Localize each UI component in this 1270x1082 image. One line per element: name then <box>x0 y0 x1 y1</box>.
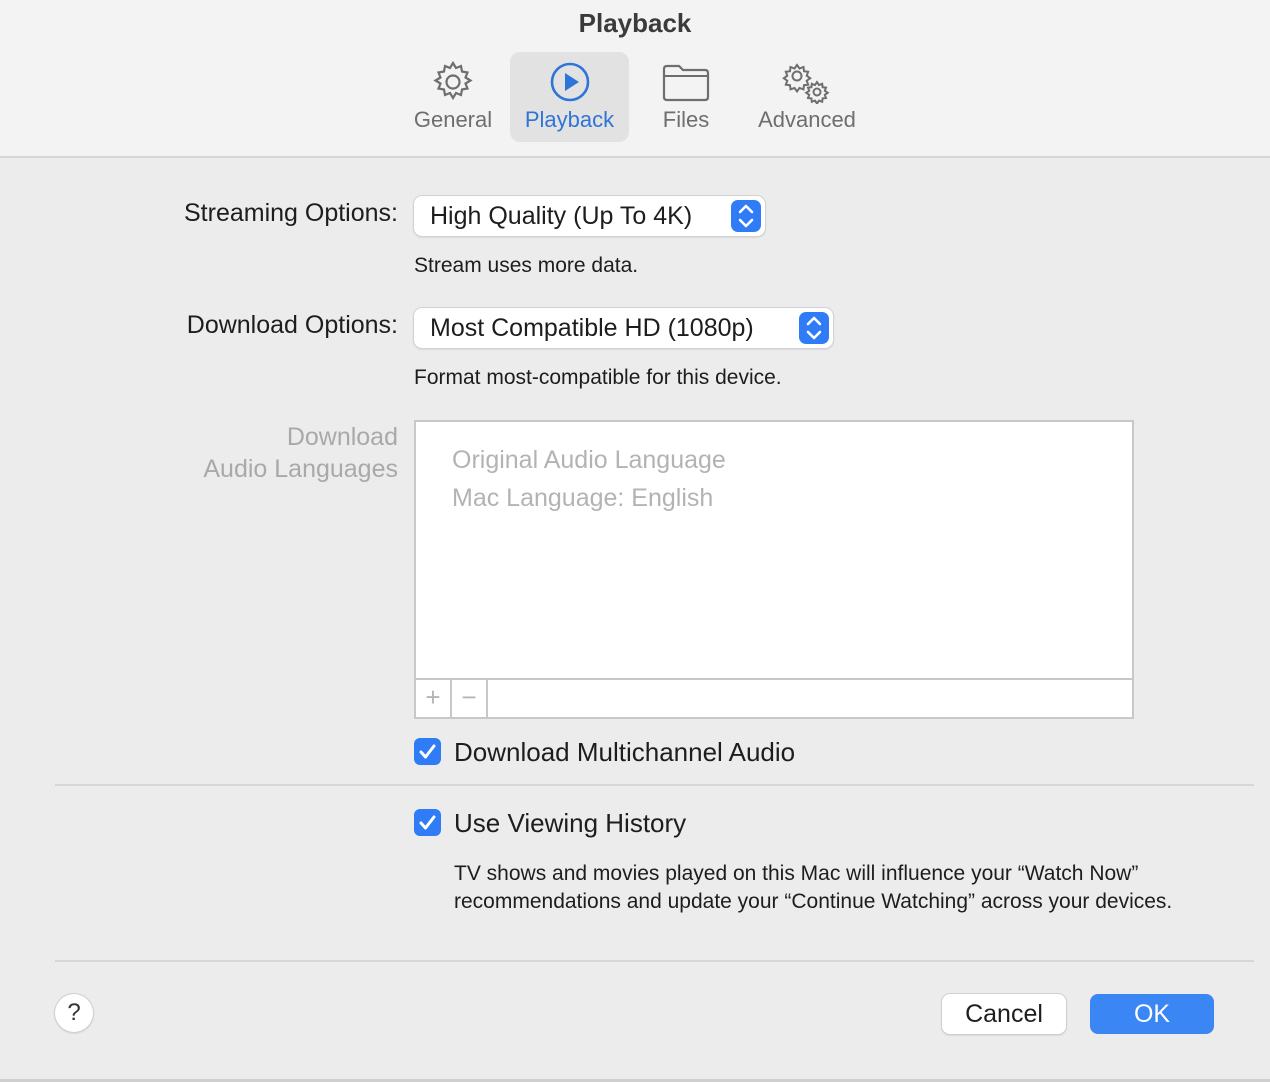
download-options-popup[interactable]: Most Compatible HD (1080p) <box>414 308 833 348</box>
streaming-options-popup[interactable]: High Quality (Up To 4K) <box>414 196 765 236</box>
remove-language-button[interactable]: − <box>452 680 488 717</box>
viewing-history-checkbox[interactable] <box>414 809 441 836</box>
divider <box>55 784 1254 786</box>
tab-files[interactable]: Files <box>636 52 736 142</box>
window-title: Playback <box>578 8 692 38</box>
tab-playback-label: Playback <box>524 107 615 132</box>
gear-icon <box>433 60 473 101</box>
viewing-history-description: TV shows and movies played on this Mac w… <box>454 862 1173 913</box>
download-options-label: Download Options: <box>186 311 398 339</box>
streaming-options-hint: Stream uses more data. <box>414 254 639 277</box>
viewing-history-label[interactable]: Use Viewing History <box>454 808 686 839</box>
streaming-options-value: High Quality (Up To 4K) <box>430 202 693 230</box>
play-circle-icon <box>550 62 589 102</box>
divider <box>55 960 1254 962</box>
tab-playback[interactable]: Playback <box>510 52 629 142</box>
streaming-options-label: Streaming Options: <box>184 199 398 227</box>
checkmark-icon <box>419 815 436 830</box>
updown-chevron-icon <box>799 312 829 344</box>
list-item[interactable]: Mac Language: English <box>452 484 713 513</box>
multichannel-checkbox[interactable] <box>414 738 441 765</box>
audio-languages-label-line1: Download <box>286 423 398 451</box>
folder-icon <box>662 64 710 102</box>
checkmark-icon <box>419 744 436 759</box>
cancel-button[interactable]: Cancel <box>942 994 1066 1034</box>
add-language-button[interactable]: + <box>416 680 452 717</box>
audio-languages-list[interactable]: Original Audio Language Mac Language: En… <box>414 420 1134 719</box>
download-options-value: Most Compatible HD (1080p) <box>430 314 754 342</box>
audio-languages-label: Download Audio Languages <box>203 421 398 485</box>
multichannel-label[interactable]: Download Multichannel Audio <box>454 737 795 768</box>
list-item[interactable]: Original Audio Language <box>452 446 726 475</box>
help-button[interactable]: ? <box>55 994 93 1032</box>
audio-languages-label-line2: Audio Languages <box>203 455 398 483</box>
tab-general-label: General <box>413 107 493 132</box>
download-options-hint: Format most-compatible for this device. <box>414 366 782 389</box>
tab-files-label: Files <box>662 107 710 132</box>
toolbar: Playback General Playback Files Advanced <box>0 0 1270 158</box>
gears-icon <box>782 63 830 104</box>
tab-advanced[interactable]: Advanced <box>748 52 866 142</box>
list-footer: + − <box>416 678 1132 717</box>
updown-chevron-icon <box>731 200 761 232</box>
tab-advanced-label: Advanced <box>758 107 856 132</box>
ok-button[interactable]: OK <box>1090 994 1214 1034</box>
tab-general[interactable]: General <box>397 52 509 142</box>
